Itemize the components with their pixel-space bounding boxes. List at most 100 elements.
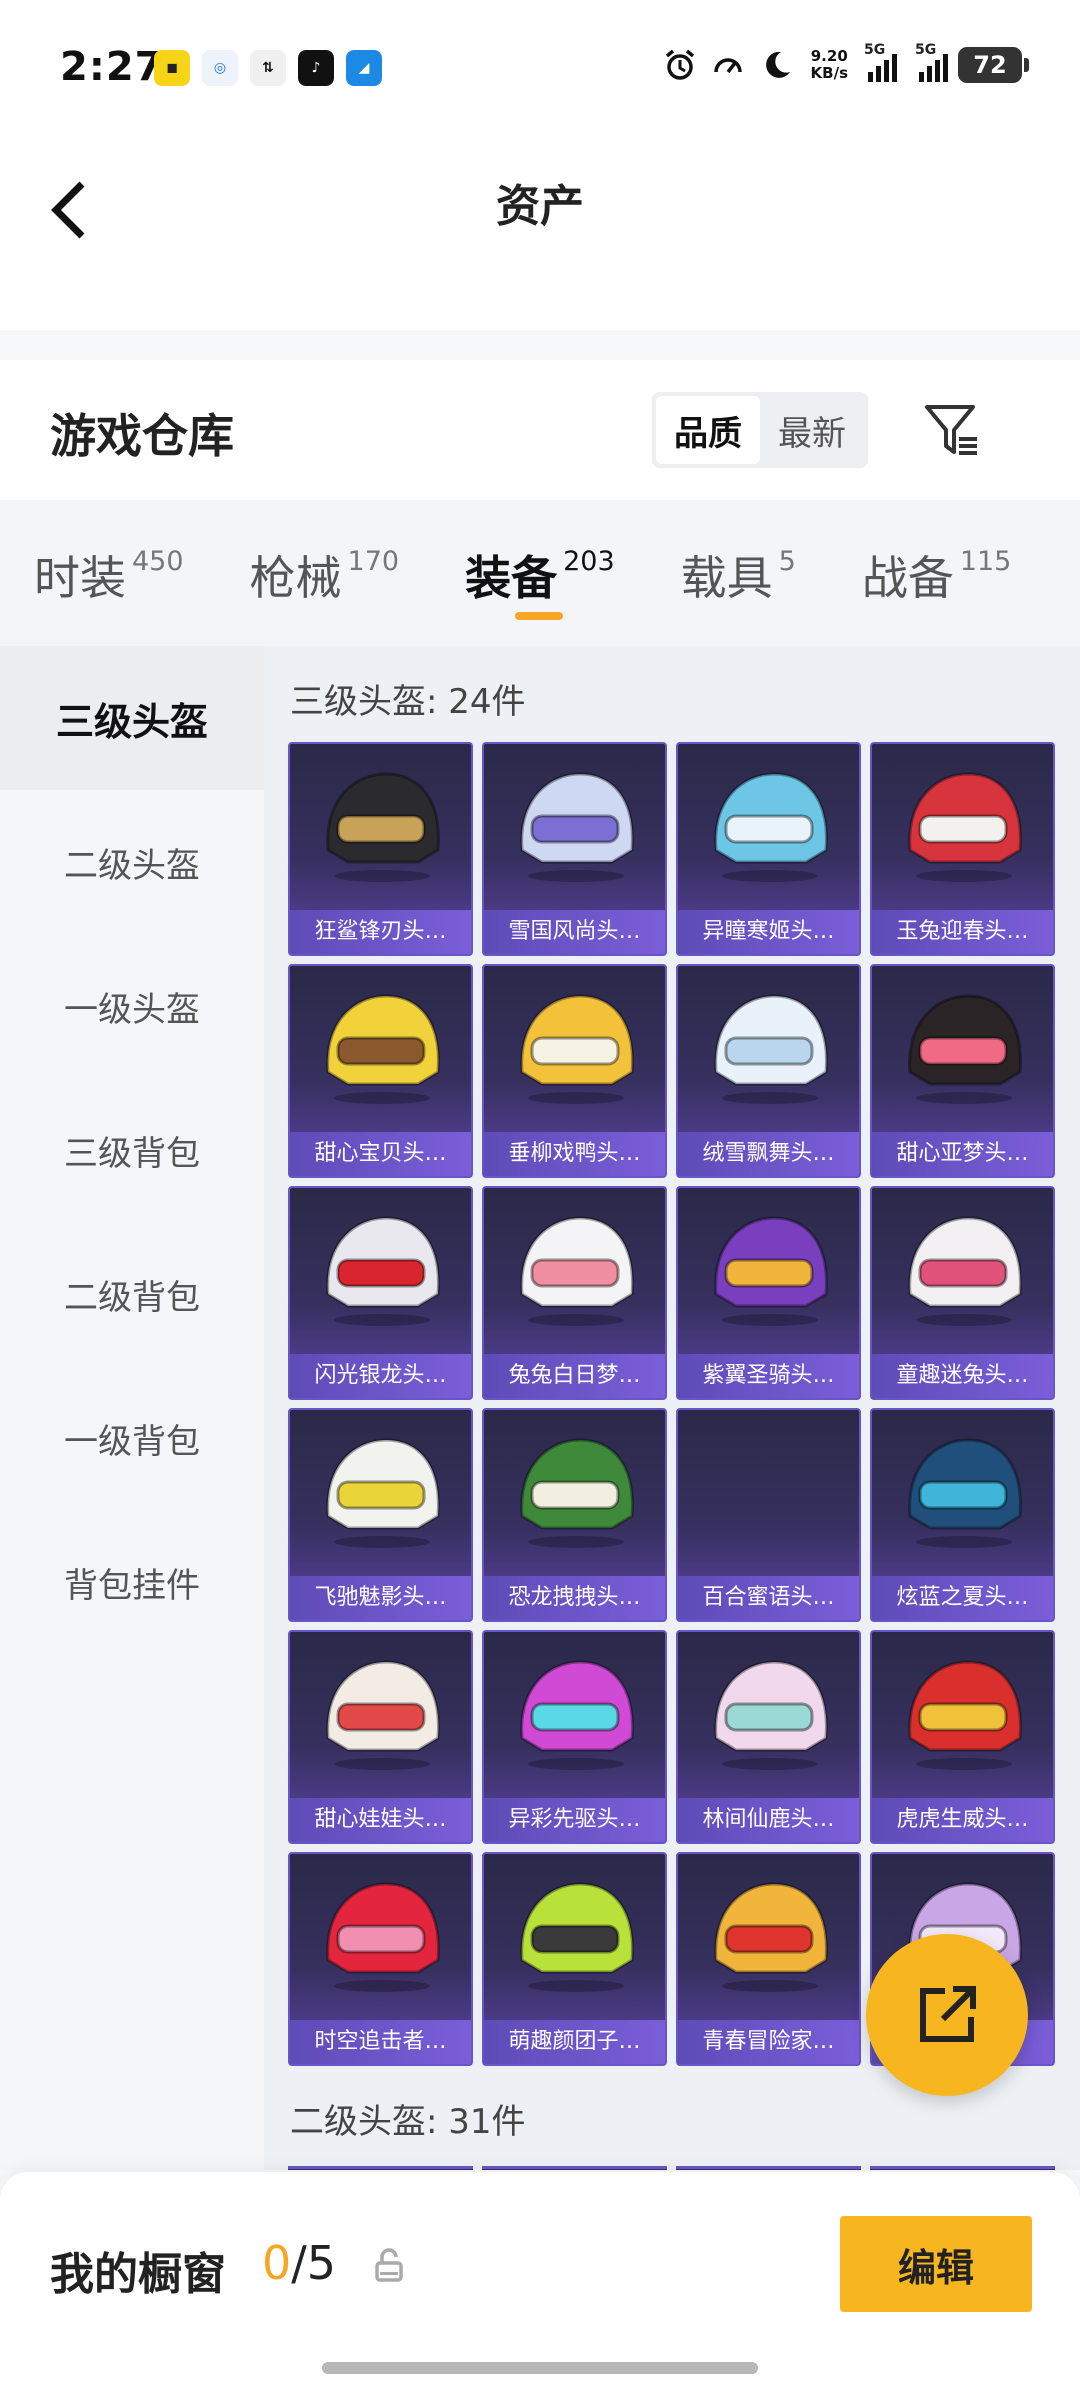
item-card[interactable]: 恐龙拽拽头… xyxy=(482,1408,667,1622)
network-speed: 9.20 KB/s xyxy=(811,48,848,82)
sort-option-quality[interactable]: 品质 xyxy=(656,396,760,464)
warehouse-bar: 游戏仓库 品质 最新 xyxy=(0,360,1080,500)
filter-icon xyxy=(925,405,977,455)
item-card[interactable]: 甜心亚梦头… xyxy=(870,964,1055,1178)
item-card[interactable]: 异彩先驱头… xyxy=(482,1630,667,1844)
net-speed-value: 9.20 xyxy=(810,47,848,65)
mobile-network-icon: ◎ xyxy=(202,50,238,86)
item-card-label: 青春冒险家… xyxy=(678,2020,859,2064)
sidebar-item-level3-helmet[interactable]: 三级头盔 xyxy=(0,646,264,790)
item-grid-next xyxy=(288,2166,1055,2170)
speed-gauge-icon xyxy=(709,46,747,84)
helmet-icon xyxy=(714,1660,828,1770)
helmet-icon xyxy=(326,1882,440,1992)
item-card[interactable]: 萌趣颜团子… xyxy=(482,1852,667,2066)
item-card-label: 狂鲨锋刃头… xyxy=(290,910,471,954)
tab-count: 170 xyxy=(347,546,400,577)
page-title: 资产 xyxy=(496,181,584,232)
do-not-disturb-moon-icon xyxy=(757,46,795,84)
item-card[interactable]: 兔兔白日梦… xyxy=(482,1186,667,1400)
item-card[interactable]: 雪国风尚头… xyxy=(482,742,667,956)
alarm-icon xyxy=(661,46,699,84)
item-card[interactable] xyxy=(288,2166,473,2170)
screen: 2:27 ◼ ◎ ⇅ ♪ ◢ 9.20 KB/s 5G 5G 72 资产 游戏仓… xyxy=(0,0,1080,2400)
tab-equipment[interactable]: 装备 203 xyxy=(465,500,615,620)
helmet-icon xyxy=(326,1216,440,1326)
item-card[interactable]: 紫翼圣骑头… xyxy=(676,1186,861,1400)
item-card[interactable]: 百合蜜语头… xyxy=(676,1408,861,1622)
tab-label: 载具 xyxy=(680,551,773,605)
tab-count: 203 xyxy=(563,546,615,577)
helmet-icon xyxy=(520,1438,634,1548)
sidebar-item-backpack-charm[interactable]: 背包挂件 xyxy=(0,1510,264,1654)
helmet-icon xyxy=(326,994,440,1104)
item-card[interactable]: 青春冒险家… xyxy=(676,1852,861,2066)
helmet-icon xyxy=(714,994,828,1104)
item-card[interactable] xyxy=(676,2166,861,2170)
item-card[interactable]: 飞驰魅影头… xyxy=(288,1408,473,1622)
item-card-label: 紫翼圣骑头… xyxy=(678,1354,859,1398)
item-card[interactable]: 甜心宝贝头… xyxy=(288,964,473,1178)
sidebar-item-level2-backpack[interactable]: 二级背包 xyxy=(0,1222,264,1366)
warehouse-title: 游戏仓库 xyxy=(50,409,234,463)
tab-label: 时装 xyxy=(34,551,126,605)
item-card[interactable]: 玉兔迎春头… xyxy=(870,742,1055,956)
tab-fashion[interactable]: 时装 450 xyxy=(34,500,184,608)
showcase-count-total: /5 xyxy=(291,2236,337,2290)
net-speed-unit: KB/s xyxy=(810,64,848,82)
item-card-label: 玉兔迎春头… xyxy=(872,910,1053,954)
sidebar-item-level1-backpack[interactable]: 一级背包 xyxy=(0,1366,264,1510)
battery-icon: 72 xyxy=(958,47,1029,83)
item-card[interactable]: 炫蓝之夏头… xyxy=(870,1408,1055,1622)
edit-button[interactable]: 编辑 xyxy=(840,2216,1032,2312)
sort-option-newest[interactable]: 最新 xyxy=(760,396,864,464)
helmet-icon xyxy=(520,772,634,882)
helmet-icon xyxy=(326,1438,440,1548)
tab-vehicles[interactable]: 载具 5 xyxy=(681,500,796,608)
tab-count: 115 xyxy=(959,546,1012,577)
battery-level: 72 xyxy=(973,51,1007,79)
share-button[interactable] xyxy=(866,1934,1028,2096)
sidebar-item-level3-backpack[interactable]: 三级背包 xyxy=(0,1078,264,1222)
status-time: 2:27 xyxy=(60,44,164,90)
item-card-label: 雪国风尚头… xyxy=(484,910,665,954)
item-card[interactable]: 时空追击者… xyxy=(288,1852,473,2066)
filter-button[interactable] xyxy=(916,394,988,466)
item-card[interactable]: 林间仙鹿头… xyxy=(676,1630,861,1844)
helmet-icon xyxy=(326,1660,440,1770)
tab-weapons[interactable]: 枪械 170 xyxy=(250,500,400,608)
home-indicator[interactable] xyxy=(322,2362,758,2374)
item-card[interactable]: 异瞳寒姬头… xyxy=(676,742,861,956)
item-card[interactable]: 童趣迷兔头… xyxy=(870,1186,1055,1400)
item-card[interactable]: 垂柳戏鸭头… xyxy=(482,964,667,1178)
tab-label: 装备 xyxy=(465,551,558,605)
status-indicators: 9.20 KB/s 5G 5G 72 xyxy=(661,42,1029,84)
item-card-label: 异彩先驱头… xyxy=(484,1798,665,1842)
item-card-label: 炫蓝之夏头… xyxy=(872,1576,1053,1620)
showcase-count-current: 0 xyxy=(262,2236,292,2290)
item-card[interactable]: 虎虎生威头… xyxy=(870,1630,1055,1844)
showcase-title: 我的橱窗 xyxy=(50,2249,226,2300)
subcategory-sidebar: 三级头盔 二级头盔 一级头盔 三级背包 二级背包 一级背包 背包挂件 xyxy=(0,646,264,2170)
tab-count: 5 xyxy=(778,546,796,577)
item-card[interactable]: 绒雪飘舞头… xyxy=(676,964,861,1178)
item-card-label: 恐龙拽拽头… xyxy=(484,1576,665,1620)
helmet-icon xyxy=(908,772,1022,882)
item-card[interactable] xyxy=(482,2166,667,2170)
share-external-icon xyxy=(920,1986,976,2042)
sidebar-item-level2-helmet[interactable]: 二级头盔 xyxy=(0,790,264,934)
item-card-label: 绒雪飘舞头… xyxy=(678,1132,859,1176)
item-card-label: 垂柳戏鸭头… xyxy=(484,1132,665,1176)
tab-label: 枪械 xyxy=(249,551,342,605)
item-card[interactable] xyxy=(870,2166,1055,2170)
item-card[interactable]: 甜心娃娃头… xyxy=(288,1630,473,1844)
helmet-icon xyxy=(714,772,828,882)
tab-gear[interactable]: 战备 115 xyxy=(862,500,1012,608)
item-card-label: 萌趣颜团子… xyxy=(484,2020,665,2064)
note-app-icon: ◼ xyxy=(154,50,190,86)
item-card[interactable]: 狂鲨锋刃头… xyxy=(288,742,473,956)
sidebar-item-level1-helmet[interactable]: 一级头盔 xyxy=(0,934,264,1078)
item-card[interactable]: 闪光银龙头… xyxy=(288,1186,473,1400)
item-card-label: 林间仙鹿头… xyxy=(678,1798,859,1842)
item-card-label: 时空追击者… xyxy=(290,2020,471,2064)
